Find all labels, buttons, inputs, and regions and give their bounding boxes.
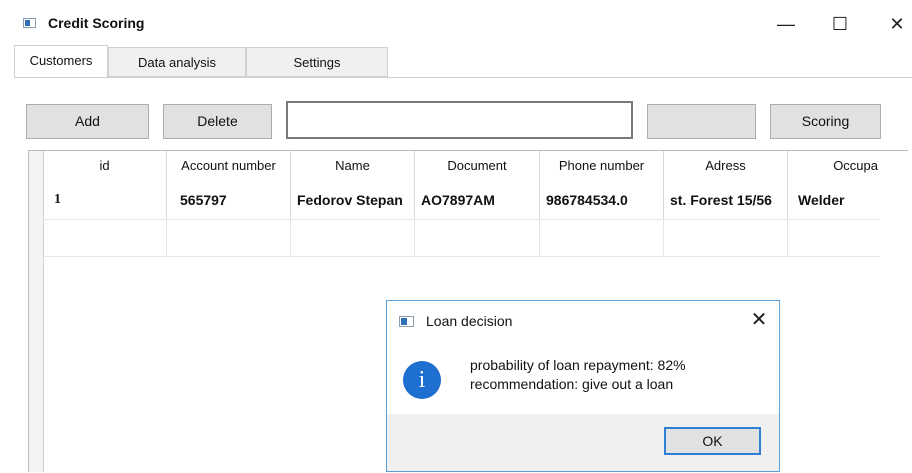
cell-account-number[interactable]: 565797 xyxy=(167,181,291,219)
new-row-cell[interactable] xyxy=(43,219,167,257)
delete-button[interactable]: Delete xyxy=(163,104,272,139)
column-header-document[interactable]: Document xyxy=(415,151,540,181)
ok-button[interactable]: OK xyxy=(664,427,761,455)
cell-adress[interactable]: st. Forest 15/56 xyxy=(664,181,788,219)
search-input[interactable] xyxy=(286,101,633,139)
new-row-cell[interactable] xyxy=(415,219,540,257)
probability-message: probability of loan repayment: 82% xyxy=(470,357,686,373)
add-button[interactable]: Add xyxy=(26,104,149,139)
cell-occupation[interactable]: Welder xyxy=(788,181,880,219)
new-row-cell[interactable] xyxy=(291,219,415,257)
column-header-phone-number[interactable]: Phone number xyxy=(540,151,664,181)
new-row-cell[interactable] xyxy=(540,219,664,257)
dialog-close-icon[interactable]: ✕ xyxy=(746,309,772,331)
cell-document[interactable]: AO7897AM xyxy=(415,181,540,219)
app-icon xyxy=(23,18,36,28)
cell-name[interactable]: Fedorov Stepan xyxy=(291,181,415,219)
tab-customers[interactable]: Customers xyxy=(14,45,108,77)
dialog-title: Loan decision xyxy=(426,313,513,329)
column-header-id[interactable]: id xyxy=(43,151,167,181)
cell-phone-number[interactable]: 986784534.0 xyxy=(540,181,664,219)
new-row-cell[interactable] xyxy=(664,219,788,257)
maximize-button[interactable]: ☐ xyxy=(827,14,853,34)
recommendation-message: recommendation: give out a loan xyxy=(470,376,674,392)
column-header-name[interactable]: Name xyxy=(291,151,415,181)
column-header-account-number[interactable]: Account number xyxy=(167,151,291,181)
cell-id[interactable]: 1 xyxy=(43,181,167,219)
column-header-occupation[interactable]: Occupa xyxy=(788,151,880,181)
dialog-app-icon xyxy=(399,316,414,327)
new-row-cell[interactable] xyxy=(167,219,291,257)
blank-button[interactable] xyxy=(647,104,756,139)
info-icon: i xyxy=(403,361,441,399)
column-header-adress[interactable]: Adress xyxy=(664,151,788,181)
scoring-button[interactable]: Scoring xyxy=(770,104,881,139)
row-header-column[interactable] xyxy=(29,151,44,472)
new-row-cell[interactable] xyxy=(788,219,880,257)
minimize-button[interactable]: — xyxy=(773,14,799,34)
close-button[interactable]: ✕ xyxy=(884,14,910,34)
tab-data-analysis[interactable]: Data analysis xyxy=(108,47,246,77)
window-title: Credit Scoring xyxy=(48,15,145,31)
tab-settings[interactable]: Settings xyxy=(246,47,388,77)
